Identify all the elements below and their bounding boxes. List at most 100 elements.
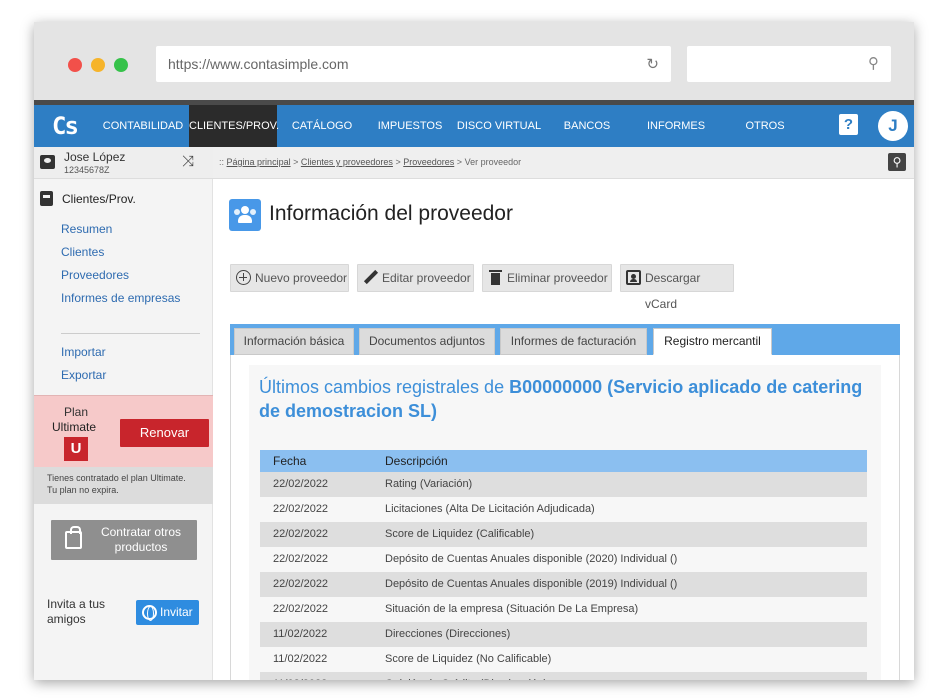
registry-table: Fecha Descripción 22/02/2022 Rating (Vari… (260, 450, 867, 680)
sidebar-item-exportar[interactable]: Exportar (61, 368, 106, 382)
registry-heading: Últimos cambios registrales de B00000000… (259, 375, 874, 423)
column-header-fecha[interactable]: Fecha (260, 450, 373, 472)
row-description: Rating (Variación) (385, 478, 473, 490)
renew-button[interactable]: Renovar (120, 419, 209, 447)
sidebar-divider (61, 333, 200, 334)
sidebar-section-label: Clientes/Prov. (62, 191, 136, 206)
plan-badge-icon: U (64, 437, 88, 461)
sidebar-item-clientes[interactable]: Clientes (61, 245, 104, 259)
contract-products-label: Contratar otros productos (91, 525, 191, 555)
nav-otros[interactable]: OTROS (738, 105, 792, 147)
sidebar-section-title: Clientes/Prov. (40, 191, 136, 206)
breadcrumb-separator: > (395, 157, 401, 167)
user-box: Jose López 12345678Z ⤨ (34, 147, 213, 179)
switch-company-icon[interactable]: ⤨ (182, 153, 194, 170)
table-row: 22/02/2022 Score de Liquidez (Calificable… (260, 522, 867, 547)
sidebar-item-informes-empresas[interactable]: Informes de empresas (61, 291, 180, 305)
table-row: 22/02/2022 Situación de la empresa (Situa… (260, 597, 867, 622)
window-controls (68, 58, 128, 72)
registry-heading-prefix: Últimos cambios registrales de (259, 377, 510, 397)
user-name: Jose López (64, 150, 126, 164)
sidebar-item-importar[interactable]: Importar (61, 345, 106, 359)
table-row: 22/02/2022 Rating (Variación) (260, 472, 867, 497)
delete-supplier-label: Eliminar proveedor (507, 271, 608, 285)
user-card-icon (40, 155, 55, 169)
new-supplier-button[interactable]: Nuevo proveedor (230, 264, 349, 292)
tab-informes-facturacion[interactable]: Informes de facturación (500, 328, 647, 355)
breadcrumb-proveedores[interactable]: Proveedores (403, 157, 454, 167)
plan-note: Tienes contratado el plan Ultimate. Tu p… (34, 467, 213, 504)
browser-window: https://www.contasimple.com ↻ ⚲ Cs CONTA… (34, 22, 914, 680)
pencil-icon (363, 270, 378, 285)
delete-supplier-button[interactable]: Eliminar proveedor (482, 264, 612, 292)
main-navigation: Cs CONTABILIDAD CLIENTES/PROV. CATÁLOGO … (34, 105, 914, 147)
breadcrumb-clientes-proveedores[interactable]: Clientes y proveedores (301, 157, 393, 167)
breadcrumb: :: Página principal > Clientes y proveed… (219, 157, 521, 167)
invite-text-line-1: Invita a tus (47, 597, 106, 611)
user-avatar[interactable]: J (878, 111, 908, 141)
search-icon: ⚲ (868, 55, 879, 72)
tabs-bar: Información básica Documentos adjuntos I… (230, 324, 900, 355)
breadcrumb-home[interactable]: Página principal (227, 157, 291, 167)
plan-note-line-1: Tienes contratado el plan Ultimate. (47, 473, 186, 483)
tab-registro-mercantil[interactable]: Registro mercantil (653, 328, 772, 355)
invite-button[interactable]: Invitar (136, 600, 199, 625)
nav-impuestos[interactable]: IMPUESTOS (372, 105, 448, 147)
sidebar-item-proveedores[interactable]: Proveedores (61, 268, 129, 282)
address-bar[interactable]: https://www.contasimple.com ↻ (156, 46, 671, 82)
row-date: 11/02/2022 (260, 672, 373, 680)
minimize-window-dot[interactable] (91, 58, 105, 72)
registry-section: Últimos cambios registrales de B00000000… (249, 365, 881, 680)
row-date: 11/02/2022 (273, 628, 328, 640)
nav-catalogo[interactable]: CATÁLOGO (286, 105, 358, 147)
address-text: https://www.contasimple.com (168, 56, 349, 72)
plus-circle-icon (236, 270, 251, 285)
clipboard-icon (40, 191, 53, 206)
sidebar-item-resumen[interactable]: Resumen (61, 222, 112, 236)
nav-informes[interactable]: INFORMES (641, 105, 711, 147)
plan-label: Plan (64, 405, 89, 419)
column-header-descripcion[interactable]: Descripción (373, 450, 867, 472)
contract-products-line-2: productos (114, 540, 168, 554)
download-vcard-button[interactable]: Descargar vCard (620, 264, 734, 311)
search-icon[interactable]: ⚲ (888, 153, 906, 171)
shopping-bag-icon (65, 526, 82, 549)
breadcrumb-current: Ver proveedor (464, 157, 522, 167)
table-row: 22/02/2022 Licitaciones (Alta De Licitaci… (260, 497, 867, 522)
breadcrumb-separator: > (293, 157, 299, 167)
row-description: Licitaciones (Alta De Licitación Adjudic… (385, 503, 595, 515)
table-row: 11/02/2022 Direcciones (Direcciones) (260, 622, 867, 647)
nav-contabilidad[interactable]: CONTABILIDAD (100, 105, 186, 147)
browser-search-bar[interactable]: ⚲ (687, 46, 891, 82)
tab-informacion-basica[interactable]: Información básica (234, 328, 354, 355)
edit-supplier-button[interactable]: Editar proveedor (357, 264, 474, 292)
plan-note-line-2: Tu plan no expira. (47, 485, 119, 495)
sidebar: Jose López 12345678Z ⤨ Clientes/Prov. Re… (34, 147, 213, 680)
nav-bancos[interactable]: BANCOS (557, 105, 617, 147)
row-description: Opinión de Crédito (Disminución) (373, 672, 867, 680)
breadcrumb-prefix: :: (219, 157, 225, 167)
contasimple-logo[interactable]: Cs (52, 112, 79, 140)
new-supplier-label: Nuevo proveedor (255, 271, 348, 285)
help-icon[interactable]: ? (839, 114, 858, 135)
row-date: 22/02/2022 (273, 553, 329, 565)
download-vcard-label: Descargar vCard (645, 271, 701, 311)
row-description: Score de Liquidez (Calificable) (385, 528, 535, 540)
user-tax-id: 12345678Z (64, 165, 110, 175)
row-description: Score de Liquidez (No Calificable) (385, 653, 552, 665)
reload-icon[interactable]: ↻ (646, 55, 659, 73)
contract-products-line-1: Contratar otros (100, 525, 182, 539)
plan-box: Plan Ultimate U Renovar (34, 395, 213, 467)
nav-disco-virtual[interactable]: DISCO VIRTUAL (455, 105, 543, 147)
tab-documentos-adjuntos[interactable]: Documentos adjuntos (359, 328, 495, 355)
close-window-dot[interactable] (68, 58, 82, 72)
contract-products-button[interactable]: Contratar otros productos (51, 520, 197, 560)
row-date: 22/02/2022 (273, 603, 329, 615)
invite-button-label: Invitar (160, 605, 193, 619)
row-date: 11/02/2022 (273, 653, 328, 665)
row-description: Situación de la empresa (Situación De La… (385, 603, 639, 615)
table-row: 11/02/2022Opinión de Crédito (Disminució… (260, 672, 867, 680)
maximize-window-dot[interactable] (114, 58, 128, 72)
row-description: Depósito de Cuentas Anuales disponible (… (385, 553, 678, 565)
nav-clientes-prov[interactable]: CLIENTES/PROV. (189, 105, 279, 147)
